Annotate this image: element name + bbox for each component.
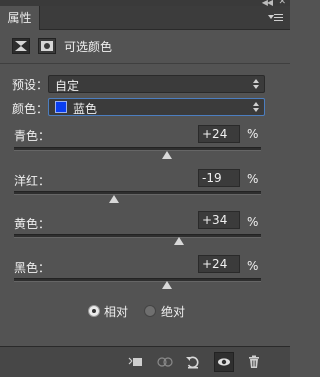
black-percent: % [247,259,259,273]
selective-color-icon[interactable] [12,38,30,54]
yellow-slider-track[interactable] [14,234,261,238]
cyan-slider-track[interactable] [14,147,261,151]
visibility-eye-icon[interactable] [214,352,234,372]
trash-icon[interactable] [245,353,263,371]
preset-select[interactable]: 自定 [48,75,265,93]
view-previous-state-icon[interactable] [156,353,174,371]
preset-label: 预设： [12,78,49,92]
adjustment-title: 可选颜色 [64,40,113,54]
colors-label: 颜色： [12,102,49,116]
divider [0,63,290,64]
tab-properties[interactable]: 属性 [0,6,40,30]
footer-toolbar [0,346,290,377]
colors-select[interactable]: 蓝色 [48,98,265,116]
yellow-slider-thumb[interactable] [174,237,185,245]
panel-tab-bar: 属性 [0,6,290,30]
magenta-slider-thumb[interactable] [109,195,120,203]
cyan-label: 青色： [14,129,51,143]
relative-radio[interactable] [88,305,100,317]
yellow-percent: % [247,215,259,229]
magenta-percent: % [247,172,259,186]
black-value-input[interactable]: +24 [198,255,240,273]
cyan-percent: % [247,127,259,141]
reset-icon[interactable] [184,353,202,371]
black-slider-thumb[interactable] [162,281,173,289]
black-label: 黑色： [14,261,51,275]
preset-value: 自定 [55,79,80,93]
panel-menu-icon[interactable] [268,11,284,25]
relative-label[interactable]: 相对 [104,303,128,320]
chevron-updown-icon [252,77,260,91]
magenta-label: 洋红： [14,174,51,188]
absolute-label[interactable]: 绝对 [161,303,185,320]
yellow-label: 黄色： [14,217,51,231]
cyan-slider-thumb[interactable] [162,151,173,159]
chevron-updown-icon [252,100,260,114]
color-swatch [55,101,67,113]
absolute-radio[interactable] [144,305,156,317]
colors-value: 蓝色 [73,102,98,116]
adjustment-header: 可选颜色 [0,30,290,62]
yellow-value-input[interactable]: +34 [198,211,240,229]
magenta-slider-track[interactable] [14,191,261,195]
magenta-value-input[interactable]: -19 [198,169,240,187]
cyan-value-input[interactable]: +24 [198,125,240,143]
mask-icon[interactable] [38,38,56,54]
clip-to-layer-icon[interactable] [126,353,144,371]
black-slider-track[interactable] [14,278,261,282]
